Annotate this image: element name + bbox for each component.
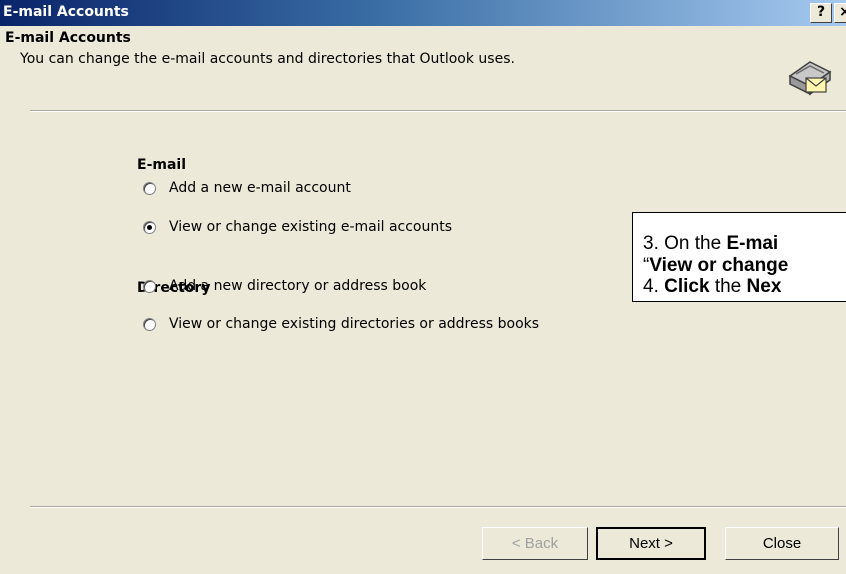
header-subtitle: You can change the e-mail accounts and d… [20,51,515,67]
callout-emphasis: Click [664,276,710,297]
dialog-header: E-mail Accounts You can change the e-mai… [0,26,846,110]
radio-button[interactable] [143,318,156,331]
window-title: E-mail Accounts [3,4,129,20]
callout-line-3: 4. Click the Nex [643,276,781,298]
radio-button[interactable] [143,221,156,234]
callout-line-2: “View or change [643,255,788,277]
instruction-callout: 3. On the E-mai “View or change 4. Click… [632,212,846,302]
header-divider [30,110,846,112]
callout-text: 3. On the [643,233,727,254]
footer-divider [30,506,846,508]
callout-line-1: 3. On the E-mai [643,233,778,255]
callout-text: the [709,276,747,297]
next-button[interactable]: Next > [596,527,706,560]
mail-envelope-icon [788,61,832,96]
radio-label[interactable]: View or change existing e-mail accounts [169,219,452,235]
radio-button[interactable] [143,182,156,195]
email-accounts-dialog: E-mail Accounts ? × E-mail Accounts You … [0,0,846,574]
radio-selected-dot [147,225,152,230]
radio-label[interactable]: Add a new directory or address book [169,278,426,294]
title-bar[interactable]: E-mail Accounts ? × [0,0,846,26]
close-button[interactable]: Close [725,527,839,560]
callout-emphasis: Nex [746,276,782,297]
email-group-label: E-mail [137,157,187,173]
radio-label[interactable]: Add a new e-mail account [169,180,351,196]
callout-text: 4. [643,276,665,297]
radio-button[interactable] [143,280,156,293]
callout-emphasis: View or change [649,255,789,276]
callout-emphasis: E-mai [726,233,779,254]
help-button[interactable]: ? [810,3,832,23]
window-close-button[interactable]: × [834,3,846,23]
header-title: E-mail Accounts [5,30,131,46]
back-button[interactable]: < Back [482,527,588,560]
radio-label[interactable]: View or change existing directories or a… [169,316,539,332]
